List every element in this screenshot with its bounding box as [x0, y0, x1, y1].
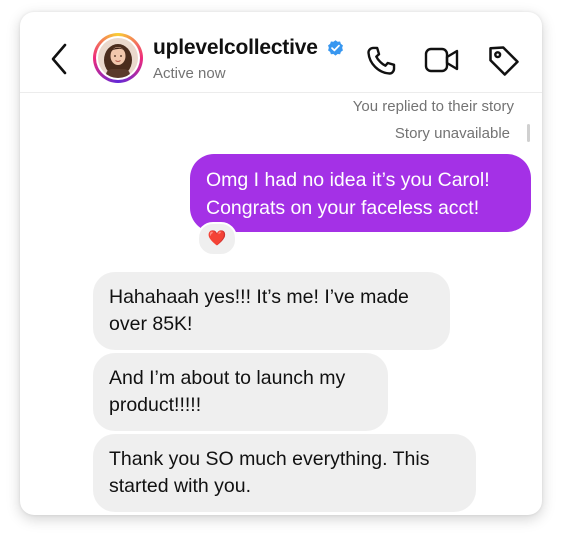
- message-line: And I’m about to launch my: [109, 367, 346, 389]
- back-button[interactable]: [48, 42, 72, 76]
- video-icon: [424, 47, 459, 73]
- message-line: Omg I had no idea it’s you Carol!: [206, 169, 490, 191]
- message-line: Thank you SO much everything. This: [109, 448, 430, 470]
- avatar-photo: [98, 38, 138, 78]
- call-button[interactable]: [364, 44, 398, 78]
- incoming-message[interactable]: And I’m about to launch my product!!!!!: [93, 353, 388, 431]
- heart-reaction[interactable]: ❤️: [197, 222, 237, 256]
- active-status: Active now: [153, 65, 226, 82]
- outgoing-message[interactable]: Omg I had no idea it’s you Carol! Congra…: [190, 154, 531, 232]
- heart-icon: ❤️: [207, 230, 227, 247]
- chat-header: uplevelcollective Active now: [20, 12, 542, 93]
- tag-icon: [489, 46, 519, 76]
- message-line: Hahahaah yes!!! It’s me! I’ve made: [109, 286, 409, 308]
- tag-button[interactable]: [486, 43, 522, 79]
- incoming-message[interactable]: Thank you SO much everything. This start…: [93, 434, 476, 512]
- message-line: Congrats on your faceless acct!: [206, 197, 480, 219]
- chat-window: uplevelcollective Active now You replied…: [20, 12, 542, 515]
- scrollbar[interactable]: [527, 124, 530, 142]
- avatar[interactable]: [93, 33, 143, 83]
- message-line: started with you.: [109, 475, 251, 497]
- phone-icon: [367, 46, 396, 75]
- message-line: product!!!!!: [109, 394, 202, 416]
- story-unavailable-label: Story unavailable: [394, 125, 510, 142]
- incoming-message[interactable]: Hahahaah yes!!! It’s me! I’ve made over …: [93, 272, 450, 350]
- story-reply-note: You replied to their story: [352, 98, 514, 115]
- verified-badge-icon: [326, 39, 345, 58]
- back-icon: [51, 43, 67, 75]
- video-call-button[interactable]: [424, 45, 460, 75]
- message-line: over 85K!: [109, 313, 193, 335]
- username[interactable]: uplevelcollective: [153, 36, 318, 60]
